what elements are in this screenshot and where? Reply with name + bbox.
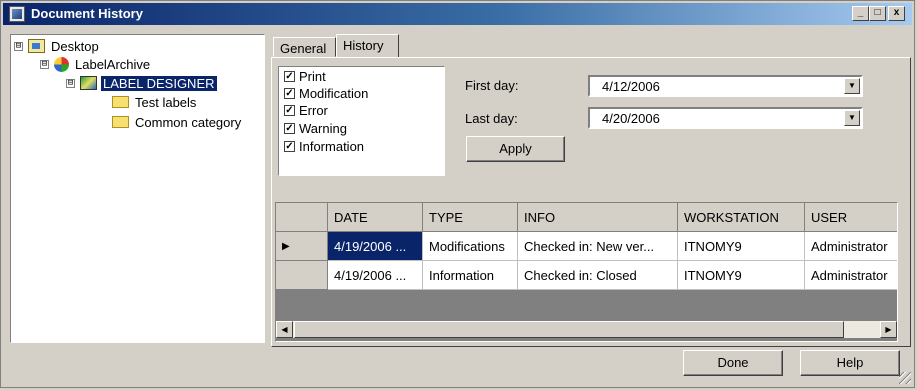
tree-item-test-labels[interactable]: Test labels	[112, 93, 198, 111]
checkbox[interactable]: ✓	[284, 123, 295, 134]
tree-item-label: LABEL DESIGNER	[101, 75, 217, 91]
collapse-icon[interactable]: ⊟	[66, 78, 75, 88]
table-cell-workstation[interactable]: ITNOMY9	[678, 232, 805, 261]
column-header-info[interactable]: INFO	[518, 203, 678, 232]
folder-icon	[112, 116, 129, 128]
scroll-right-icon[interactable]: ▶	[880, 321, 897, 338]
chevron-down-icon[interactable]: ▼	[844, 110, 860, 126]
close-button[interactable]: x	[888, 6, 905, 21]
filter-modification[interactable]: ✓ Modification	[284, 85, 368, 102]
filter-label: Error	[299, 103, 328, 118]
tab-history[interactable]: History	[336, 34, 399, 58]
table-cell-date[interactable]: 4/19/2006 ...	[328, 261, 423, 290]
row-header[interactable]	[276, 261, 328, 290]
filter-error[interactable]: ✓ Error	[284, 102, 328, 119]
folder-icon	[112, 96, 129, 108]
chevron-down-icon[interactable]: ▼	[844, 78, 860, 94]
table-cell-user[interactable]: Administrator	[805, 232, 897, 261]
last-day-value: 4/20/2006	[602, 111, 660, 126]
first-day-select[interactable]: 4/12/2006 ▼	[588, 75, 863, 97]
filter-checklist[interactable]: ✓ Print ✓ Modification ✓ Error ✓ Warning…	[278, 66, 445, 176]
checkbox[interactable]: ✓	[284, 88, 295, 99]
filter-label: Modification	[299, 86, 369, 101]
resize-grip-icon[interactable]	[899, 372, 911, 384]
column-header-workstation[interactable]: WORKSTATION	[678, 203, 805, 232]
title-bar[interactable]: Document History _ □ x	[3, 3, 912, 25]
filter-information[interactable]: ✓ Information	[284, 138, 364, 155]
table-cell-info[interactable]: Checked in: New ver...	[518, 232, 678, 261]
column-header-user[interactable]: USER	[805, 203, 897, 232]
done-button[interactable]: Done	[683, 350, 783, 376]
document-history-window: Document History _ □ x ⊟ Desktop ⊟ Label…	[0, 0, 915, 388]
apply-button[interactable]: Apply	[466, 136, 565, 162]
table-cell-info[interactable]: Checked in: Closed	[518, 261, 678, 290]
table-cell-type[interactable]: Information	[423, 261, 518, 290]
horizontal-scrollbar[interactable]: ◀ ▶	[276, 321, 897, 338]
folder-tree[interactable]: ⊟ Desktop ⊟ LabelArchive ⊟ LABEL DESIGNE…	[10, 34, 265, 343]
filter-label: Print	[299, 69, 326, 84]
last-day-label: Last day:	[465, 111, 518, 126]
column-header-type[interactable]: TYPE	[423, 203, 518, 232]
tree-item-labelarchive[interactable]: ⊟ LabelArchive	[40, 55, 152, 73]
table-cell-user[interactable]: Administrator	[805, 261, 897, 290]
current-row-indicator[interactable]: ▶	[276, 232, 328, 261]
tab-general[interactable]: General	[273, 37, 336, 57]
tree-item-label: Test labels	[135, 94, 197, 110]
checkbox[interactable]: ✓	[284, 141, 295, 152]
history-table[interactable]: DATE TYPE INFO WORKSTATION USER ▶ 4/19/2…	[275, 202, 898, 342]
tree-item-label: Common category	[135, 114, 242, 130]
help-button[interactable]: Help	[800, 350, 900, 376]
tree-item-desktop[interactable]: ⊟ Desktop	[14, 37, 101, 55]
tree-item-label: Desktop	[51, 38, 99, 54]
checkbox[interactable]: ✓	[284, 105, 295, 116]
column-header-date[interactable]: DATE	[328, 203, 423, 232]
last-day-select[interactable]: 4/20/2006 ▼	[588, 107, 863, 129]
maximize-button[interactable]: □	[869, 6, 886, 21]
row-header-corner	[276, 203, 328, 232]
archive-icon	[54, 56, 69, 72]
designer-icon	[80, 76, 97, 90]
filter-print[interactable]: ✓ Print	[284, 68, 326, 85]
window-title: Document History	[31, 6, 143, 21]
table-cell-date[interactable]: 4/19/2006 ...	[328, 232, 423, 261]
tree-item-label-designer[interactable]: ⊟ LABEL DESIGNER	[66, 74, 217, 92]
collapse-icon[interactable]: ⊟	[14, 41, 23, 51]
tree-item-common-category[interactable]: Common category	[112, 113, 243, 131]
scroll-thumb[interactable]	[294, 321, 844, 338]
table-cell-type[interactable]: Modifications	[423, 232, 518, 261]
filter-label: Warning	[299, 121, 347, 136]
desktop-icon	[28, 39, 45, 53]
first-day-value: 4/12/2006	[602, 79, 660, 94]
checkbox[interactable]: ✓	[284, 71, 295, 82]
scroll-left-icon[interactable]: ◀	[276, 321, 293, 338]
first-day-label: First day:	[465, 78, 519, 93]
app-icon	[9, 6, 25, 22]
filter-warning[interactable]: ✓ Warning	[284, 120, 347, 137]
minimize-button[interactable]: _	[852, 6, 869, 21]
table-cell-workstation[interactable]: ITNOMY9	[678, 261, 805, 290]
filter-label: Information	[299, 139, 365, 154]
collapse-icon[interactable]: ⊟	[40, 59, 49, 69]
tree-item-label: LabelArchive	[75, 56, 151, 72]
